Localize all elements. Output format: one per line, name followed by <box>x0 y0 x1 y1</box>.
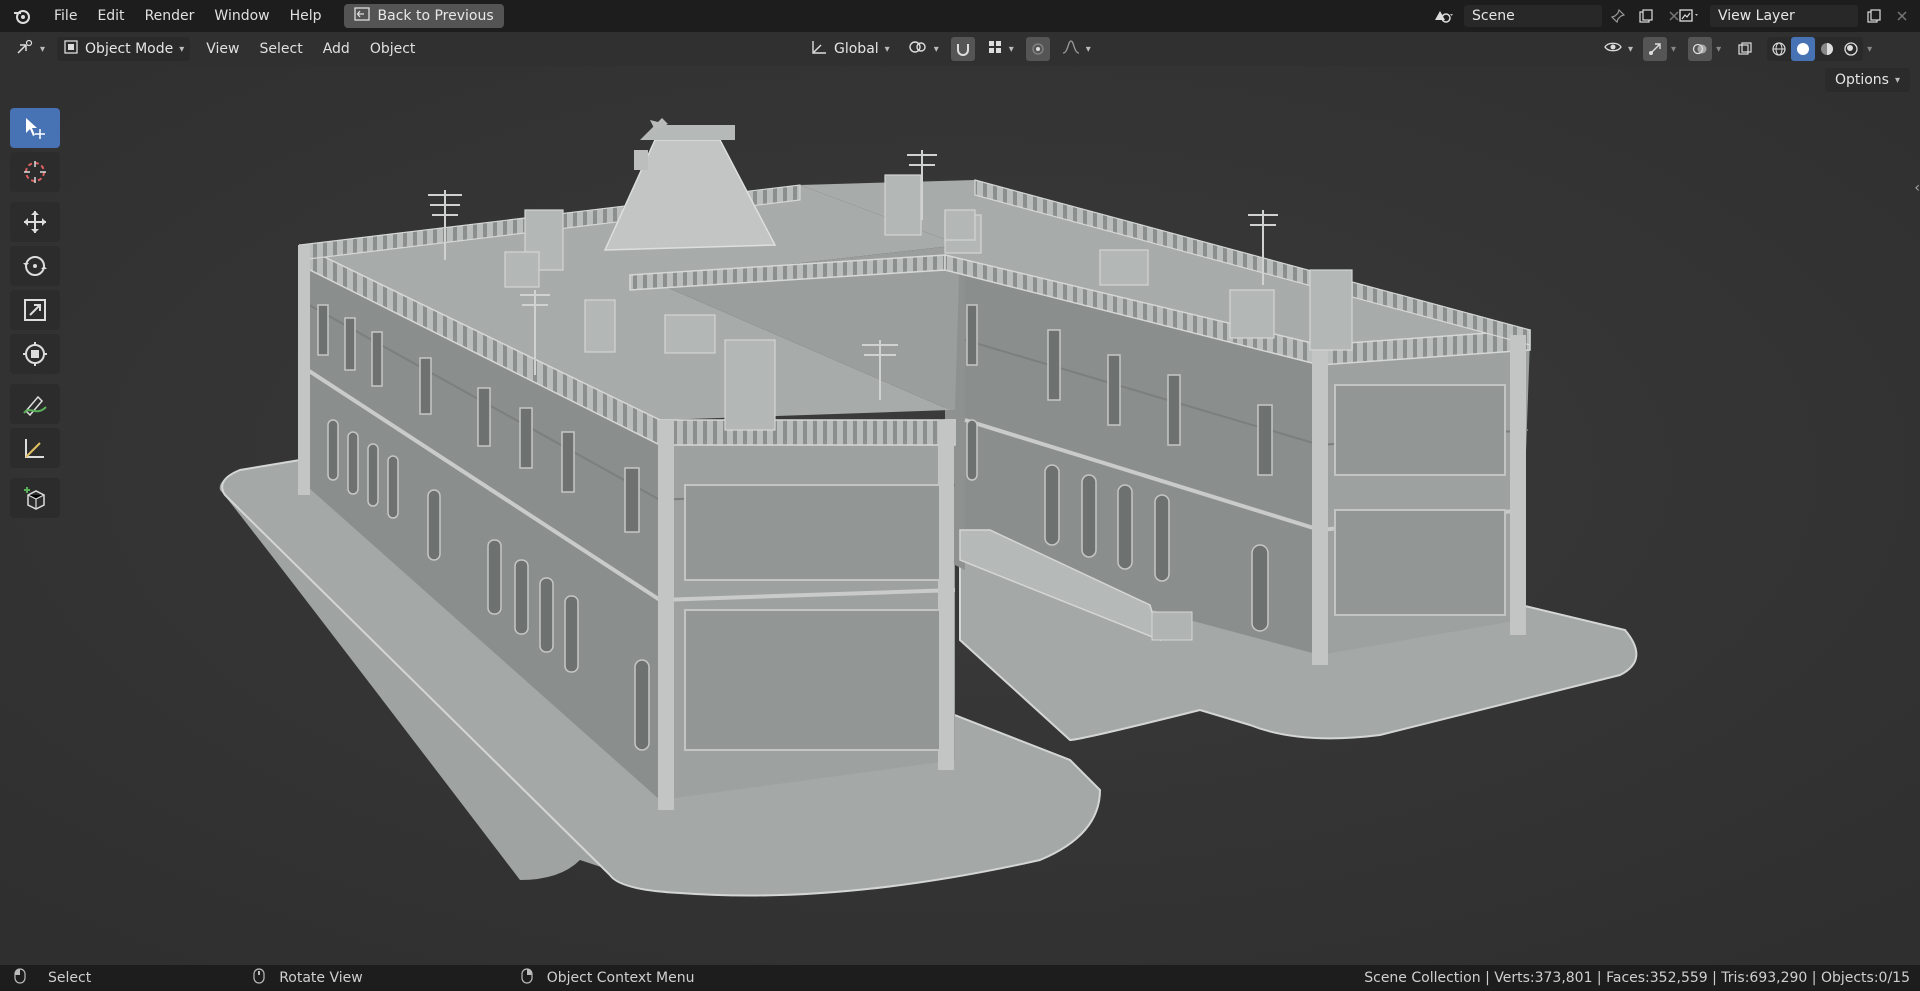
chevron-down-icon: ▾ <box>884 43 890 55</box>
back-to-previous-button[interactable]: Back to Previous <box>343 4 504 28</box>
measure-tool-icon[interactable] <box>10 428 60 468</box>
scene-name-field[interactable]: Scene <box>1464 5 1602 27</box>
chevron-down-icon: ▾ <box>1894 74 1900 86</box>
view-layer-icon[interactable] <box>1672 4 1706 28</box>
menu-object[interactable]: Object <box>360 33 426 65</box>
close-icon[interactable] <box>1890 4 1914 28</box>
snap-target-dropdown[interactable]: ▾ <box>981 37 1020 61</box>
mouse-middle-icon <box>253 968 265 988</box>
mode-dropdown[interactable]: Object Mode ▾ <box>57 37 191 61</box>
viewport-header: ▾ Object Mode ▾ View Select Add Object G… <box>0 32 1920 66</box>
menu-edit[interactable]: Edit <box>87 0 134 32</box>
menu-render[interactable]: Render <box>135 0 205 32</box>
pivot-icon <box>908 39 928 59</box>
building-model <box>0 66 1920 965</box>
cursor-tool-icon[interactable] <box>10 152 60 192</box>
editor-type-icon <box>16 39 34 59</box>
hint-rotate-label: Rotate View <box>279 970 363 986</box>
menu-view[interactable]: View <box>196 33 249 65</box>
solid-shading-icon[interactable] <box>1791 37 1816 61</box>
add-cube-tool-icon[interactable] <box>10 478 60 518</box>
annotate-tool-icon[interactable] <box>10 384 60 424</box>
snap-icon[interactable] <box>950 37 975 61</box>
menu-help[interactable]: Help <box>280 0 332 32</box>
global-orientation-icon <box>810 39 828 59</box>
hint-context-label: Object Context Menu <box>546 970 695 986</box>
hint-rotate: Rotate View <box>253 968 363 988</box>
hint-select-label: Select <box>48 970 92 986</box>
mouse-right-icon <box>521 968 533 988</box>
object-mode-icon <box>63 39 79 59</box>
xray-icon[interactable] <box>1733 37 1757 61</box>
copy-icon[interactable] <box>1862 4 1886 28</box>
falloff-dropdown[interactable]: ▾ <box>1056 37 1097 61</box>
mouse-left-icon <box>14 968 26 988</box>
scale-tool-icon[interactable] <box>10 290 60 330</box>
falloff-icon <box>1062 39 1080 59</box>
chevron-down-icon[interactable]: ▾ <box>1671 44 1676 55</box>
visibility-dropdown[interactable]: ▾ <box>1598 37 1639 61</box>
transform-tool-icon[interactable] <box>10 334 60 374</box>
rendered-shading-icon[interactable] <box>1839 37 1863 61</box>
rotate-tool-icon[interactable] <box>10 246 60 286</box>
menu-select[interactable]: Select <box>250 33 313 65</box>
orientation-dropdown[interactable]: Global ▾ <box>804 37 896 61</box>
scene-statistics: Scene Collection | Verts:373,801 | Faces… <box>1364 970 1910 986</box>
copy-icon[interactable] <box>1634 4 1658 28</box>
gizmo-icon[interactable] <box>1643 37 1668 61</box>
sidebar-collapse-chevron-icon[interactable]: ‹ <box>1914 180 1920 196</box>
top-menu-bar: File Edit Render Window Help Back to Pre… <box>0 0 1920 32</box>
wireframe-shading-icon[interactable] <box>1767 37 1791 61</box>
select-box-tool-icon[interactable] <box>10 108 60 148</box>
menu-add[interactable]: Add <box>313 33 360 65</box>
material-shading-icon[interactable] <box>1815 37 1839 61</box>
3d-viewport[interactable]: ‹ <box>0 66 1920 965</box>
chevron-down-icon: ▾ <box>40 43 46 55</box>
scene-icon[interactable] <box>1426 4 1460 28</box>
editor-type-dropdown[interactable]: ▾ <box>10 37 51 61</box>
orientation-label: Global <box>834 41 879 57</box>
pivot-dropdown[interactable]: ▾ <box>902 37 945 61</box>
menu-file[interactable]: File <box>44 0 87 32</box>
move-tool-icon[interactable] <box>10 202 60 242</box>
options-dropdown[interactable]: Options ▾ <box>1824 68 1910 92</box>
chevron-down-icon: ▾ <box>1085 43 1091 55</box>
view-layer-name: View Layer <box>1718 8 1795 24</box>
options-label: Options <box>1834 72 1889 88</box>
chevron-down-icon: ▾ <box>1008 43 1014 55</box>
status-bar: Select Rotate View Object Context Menu S… <box>0 965 1920 991</box>
visibility-icon <box>1604 40 1622 58</box>
pin-icon[interactable] <box>1606 4 1630 28</box>
back-icon <box>353 7 370 25</box>
blender-logo-icon[interactable] <box>0 7 44 25</box>
view-layer-field[interactable]: View Layer <box>1710 5 1858 27</box>
overlay-icon[interactable] <box>1688 37 1713 61</box>
back-to-previous-label: Back to Previous <box>377 8 494 24</box>
chevron-down-icon[interactable]: ▾ <box>1716 44 1721 55</box>
hint-select: Select <box>14 968 91 988</box>
chevron-down-icon: ▾ <box>1628 43 1634 55</box>
snap-grid-icon <box>987 39 1003 59</box>
hint-context: Object Context Menu <box>521 968 695 988</box>
chevron-down-icon: ▾ <box>933 43 939 55</box>
chevron-down-icon[interactable]: ▾ <box>1867 44 1872 55</box>
tool-shelf <box>10 108 62 518</box>
proportional-icon[interactable] <box>1025 37 1050 61</box>
scene-name: Scene <box>1472 8 1515 24</box>
chevron-down-icon: ▾ <box>179 43 185 55</box>
menu-window[interactable]: Window <box>204 0 279 32</box>
mode-label: Object Mode <box>85 41 174 57</box>
